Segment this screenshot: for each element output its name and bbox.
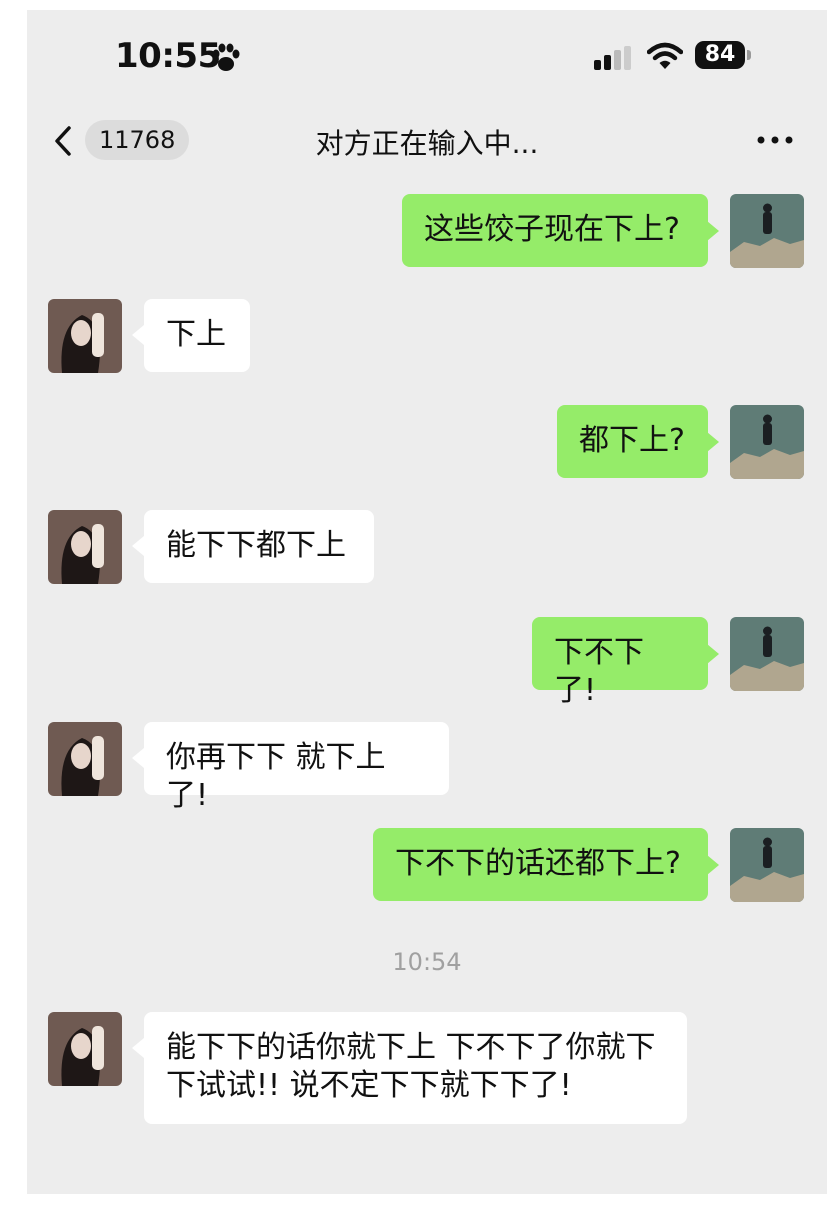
message-bubble-self[interactable]: 这些饺子现在下上? [402, 194, 708, 267]
chat-timestamp: 10:54 [392, 948, 462, 976]
nav-bar: 11768 对方正在输入中... [27, 110, 827, 172]
contact-avatar[interactable] [48, 510, 122, 584]
battery-tip [747, 50, 751, 60]
clock: 10:55 [115, 36, 221, 76]
bubble-tail [132, 325, 144, 345]
message-bubble-self[interactable]: 都下上? [557, 405, 708, 478]
message-bubble-other[interactable]: 你再下下 就下上了! [144, 722, 449, 813]
self-avatar[interactable] [730, 617, 804, 691]
unread-count-badge[interactable]: 11768 [85, 120, 190, 160]
bubble-tail [707, 221, 719, 241]
bubble-tail [707, 855, 719, 875]
page-title: 对方正在输入中... [315, 127, 539, 160]
contact-avatar[interactable] [48, 299, 122, 373]
contact-avatar[interactable] [48, 1012, 122, 1086]
paw-icon [212, 43, 240, 71]
bubble-tail [707, 644, 719, 664]
chat-screen: 10:55 84 11768 对方正在输入中... 这些饺子现在下上? 下上 都… [27, 10, 827, 1194]
bubble-tail [132, 748, 144, 768]
bubble-tail [132, 536, 144, 556]
self-avatar[interactable] [730, 405, 804, 479]
signal-icon [594, 46, 631, 70]
message-bubble-self[interactable]: 下不下的话还都下上? [373, 828, 708, 901]
message-bubble-self[interactable]: 下不下了! [532, 617, 708, 708]
message-bubble-other[interactable]: 下上 [144, 299, 250, 372]
contact-avatar[interactable] [48, 722, 122, 796]
more-icon[interactable] [755, 130, 795, 150]
message-bubble-other[interactable]: 能下下的话你就下上 下不下了你就下下试试!! 说不定下下就下下了! [144, 1012, 687, 1124]
message-bubble-other[interactable]: 能下下都下上 [144, 510, 374, 583]
battery-icon: 84 [695, 41, 745, 69]
self-avatar[interactable] [730, 194, 804, 268]
self-avatar[interactable] [730, 828, 804, 902]
bubble-tail [707, 432, 719, 452]
wifi-icon [647, 42, 683, 69]
bubble-tail [132, 1038, 144, 1058]
back-chevron-icon[interactable] [51, 124, 75, 158]
status-bar: 10:55 84 [27, 10, 827, 105]
